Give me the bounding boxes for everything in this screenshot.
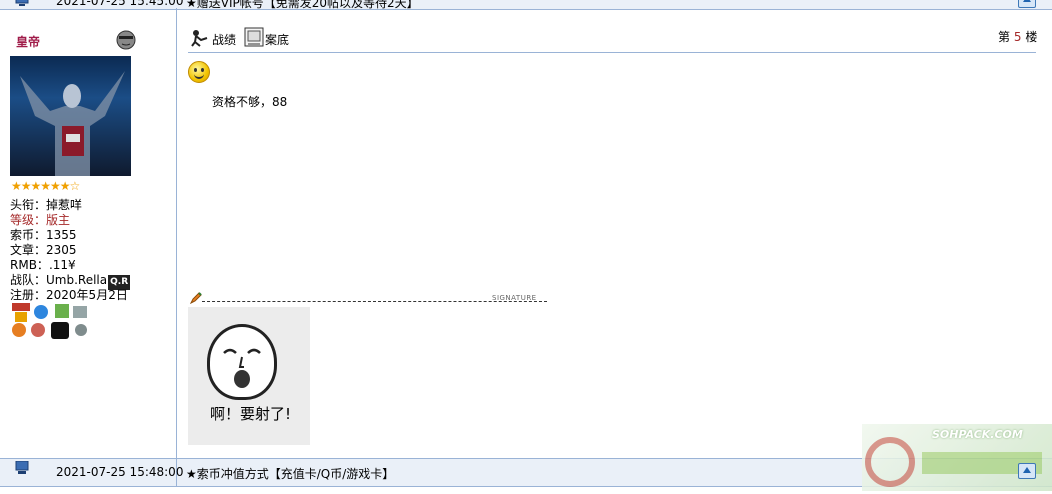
user-field-posts: 文章：2305 <box>10 243 77 257</box>
go-top-icon[interactable] <box>1018 0 1036 8</box>
avatar[interactable] <box>10 56 131 176</box>
user-field-title: 头衔：掉惹咩 <box>10 198 83 212</box>
smiley-icon <box>188 61 210 83</box>
watermark-text: SOHPACK.COM <box>932 428 1023 441</box>
next-post-title[interactable]: ★索币冲值方式【充值卡/Q币/游戏卡】 <box>186 465 394 482</box>
post-header-divider <box>188 52 1036 53</box>
rank-stars: ★★★★★★☆ <box>11 179 80 193</box>
medal-icons <box>11 303 91 342</box>
record-icon[interactable] <box>191 29 209 50</box>
computer-icon <box>14 460 30 475</box>
pencil-icon <box>189 292 202 307</box>
case-icon[interactable] <box>244 27 264 50</box>
user-field-rmb: RMB：.11¥ <box>10 258 76 272</box>
column-divider <box>176 8 177 459</box>
computer-icon <box>14 0 30 9</box>
panda-face-icon <box>207 324 277 400</box>
user-field-registered: 注册：2020年5月2日 <box>10 288 128 302</box>
prev-post-title[interactable]: ★赠送VIP帐号【免需发20帖以及等待2天】 <box>186 0 419 11</box>
prev-post-timestamp: 2021-07-25 15:45:00 <box>56 0 184 8</box>
go-top-icon-bottom[interactable] <box>1018 463 1036 479</box>
username[interactable]: 皇帝 <box>16 33 40 50</box>
case-link[interactable]: 案底 <box>265 31 289 48</box>
signature-word: SIGNATURE <box>492 294 537 302</box>
next-post-timestamp: 2021-07-25 15:48:00 <box>56 465 184 479</box>
record-link[interactable]: 战绩 <box>212 31 236 48</box>
sticker-caption: 啊！要射了! <box>210 405 292 423</box>
floor-number: 第 5 楼 <box>998 30 1038 44</box>
site-watermark: SOHPACK.COM <box>862 424 1052 491</box>
post-body: 资格不够，88 <box>212 95 288 109</box>
avatar-face-icon <box>115 28 137 53</box>
user-field-level: 等级：版主 <box>10 213 71 227</box>
user-field-coins: 索币：1355 <box>10 228 77 242</box>
